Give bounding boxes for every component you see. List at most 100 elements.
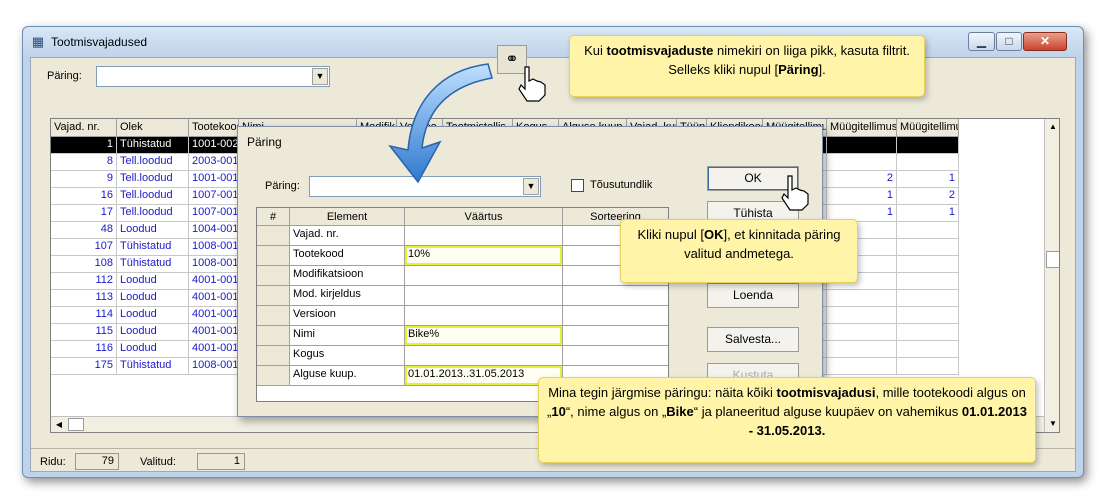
criteria-value-input[interactable]	[405, 226, 563, 246]
query-criteria-table: # Element Väärtus Sorteering Vajad. nr. Toot…	[256, 207, 669, 402]
table-cell: 4001-001	[189, 341, 239, 358]
minimize-button[interactable]: ▁	[968, 32, 995, 51]
horizontal-scroll-thumb[interactable]	[68, 418, 84, 431]
table-cell: 2	[827, 171, 897, 188]
table-cell	[897, 239, 959, 256]
table-cell: Loodud	[117, 324, 189, 341]
table-cell: 1001-001	[189, 171, 239, 188]
ascending-checkbox[interactable]	[571, 179, 584, 192]
criteria-value-input[interactable]: Bike%	[405, 326, 563, 346]
table-cell: 1007-001	[189, 188, 239, 205]
row-selector[interactable]	[257, 286, 290, 306]
table-cell: 1008-001	[189, 358, 239, 375]
table-cell: Loodud	[117, 290, 189, 307]
table-cell: 4001-001	[189, 307, 239, 324]
table-cell	[827, 358, 897, 375]
maximize-button[interactable]: □	[996, 32, 1022, 51]
column-header[interactable]: Müügitellimus	[897, 119, 959, 137]
table-cell: 108	[51, 256, 117, 273]
table-cell: 1	[51, 137, 117, 154]
table-cell: 16	[51, 188, 117, 205]
criteria-value-input[interactable]	[405, 306, 563, 326]
table-cell: Tühistatud	[117, 256, 189, 273]
query-label: Päring:	[47, 70, 82, 82]
table-cell	[827, 341, 897, 358]
criteria-sort-cell[interactable]	[563, 306, 668, 326]
hand-cursor-icon	[781, 175, 809, 211]
scroll-up-icon[interactable]: ▲	[1045, 119, 1059, 135]
table-cell	[827, 290, 897, 307]
table-cell: Loodud	[117, 341, 189, 358]
row-selector[interactable]	[257, 226, 290, 246]
dialog-query-label: Päring:	[265, 180, 300, 192]
criteria-sort-cell[interactable]	[563, 286, 668, 306]
table-cell: Loodud	[117, 273, 189, 290]
table-cell	[897, 256, 959, 273]
criteria-value-input[interactable]: 10%	[405, 246, 563, 266]
table-cell: 8	[51, 154, 117, 171]
vertical-scrollbar[interactable]: ▲ ▼	[1044, 119, 1059, 432]
table-cell: 1007-001	[189, 205, 239, 222]
table-cell	[827, 307, 897, 324]
list-button[interactable]: Loenda	[707, 283, 799, 308]
table-cell: 112	[51, 273, 117, 290]
callout-filter-hint: Kui tootmisvajaduste nimekiri on liiga p…	[569, 35, 925, 97]
row-selector[interactable]	[257, 246, 290, 266]
vertical-scroll-thumb[interactable]	[1046, 251, 1059, 268]
criteria-element: Versioon	[290, 306, 405, 326]
table-cell	[827, 137, 897, 154]
column-header[interactable]: Müügitellimus	[827, 119, 897, 137]
table-cell	[897, 341, 959, 358]
criteria-element: Mod. kirjeldus	[290, 286, 405, 306]
row-selector[interactable]	[257, 346, 290, 366]
criteria-value-input[interactable]	[405, 266, 563, 286]
table-cell: Tell.loodud	[117, 154, 189, 171]
row-selector[interactable]	[257, 306, 290, 326]
criteria-column-header: #	[257, 208, 290, 226]
query-select[interactable]: ▼	[96, 66, 330, 87]
column-header[interactable]: Vajad. nr.	[51, 119, 117, 137]
callout-query-description: Mina tegin järgmise päringu: näita kõiki…	[538, 377, 1036, 463]
criteria-element: Modifikatsioon	[290, 266, 405, 286]
window-title: Tootmisvajadused	[51, 35, 148, 49]
criteria-sort-cell[interactable]	[563, 326, 668, 346]
table-cell: 48	[51, 222, 117, 239]
table-cell	[897, 324, 959, 341]
grid-app-icon: ▦	[31, 34, 45, 49]
selected-count-value: 1	[197, 453, 245, 470]
row-selector[interactable]	[257, 366, 290, 386]
table-cell	[827, 154, 897, 171]
chevron-down-icon[interactable]: ▼	[523, 178, 539, 195]
table-cell: Tühistatud	[117, 137, 189, 154]
table-cell: 1008-001	[189, 256, 239, 273]
table-cell: Tell.loodud	[117, 171, 189, 188]
scroll-down-icon[interactable]: ▼	[1045, 416, 1059, 432]
column-header[interactable]: Tootekood	[189, 119, 239, 137]
table-cell	[897, 307, 959, 324]
table-cell: 2	[897, 188, 959, 205]
row-selector[interactable]	[257, 266, 290, 286]
hand-cursor-icon	[518, 66, 546, 102]
table-cell	[897, 137, 959, 154]
criteria-element: Kogus	[290, 346, 405, 366]
table-cell: 113	[51, 290, 117, 307]
save-button[interactable]: Salvesta...	[707, 327, 799, 352]
table-cell: 107	[51, 239, 117, 256]
table-cell: Loodud	[117, 222, 189, 239]
row-selector[interactable]	[257, 326, 290, 346]
table-cell	[897, 273, 959, 290]
scroll-left-icon[interactable]: ◀	[51, 417, 67, 432]
table-cell: 175	[51, 358, 117, 375]
table-cell: 1001-002	[189, 137, 239, 154]
criteria-element: Alguse kuup.	[290, 366, 405, 386]
chevron-down-icon[interactable]: ▼	[312, 68, 328, 85]
table-cell: 9	[51, 171, 117, 188]
table-cell: 116	[51, 341, 117, 358]
ascending-checkbox-label: Tõusutundlik	[590, 179, 653, 191]
criteria-value-input[interactable]	[405, 286, 563, 306]
close-button[interactable]: ✕	[1023, 32, 1067, 51]
criteria-sort-cell[interactable]	[563, 346, 668, 366]
criteria-element: Tootekood	[290, 246, 405, 266]
column-header[interactable]: Olek	[117, 119, 189, 137]
criteria-value-input[interactable]	[405, 346, 563, 366]
